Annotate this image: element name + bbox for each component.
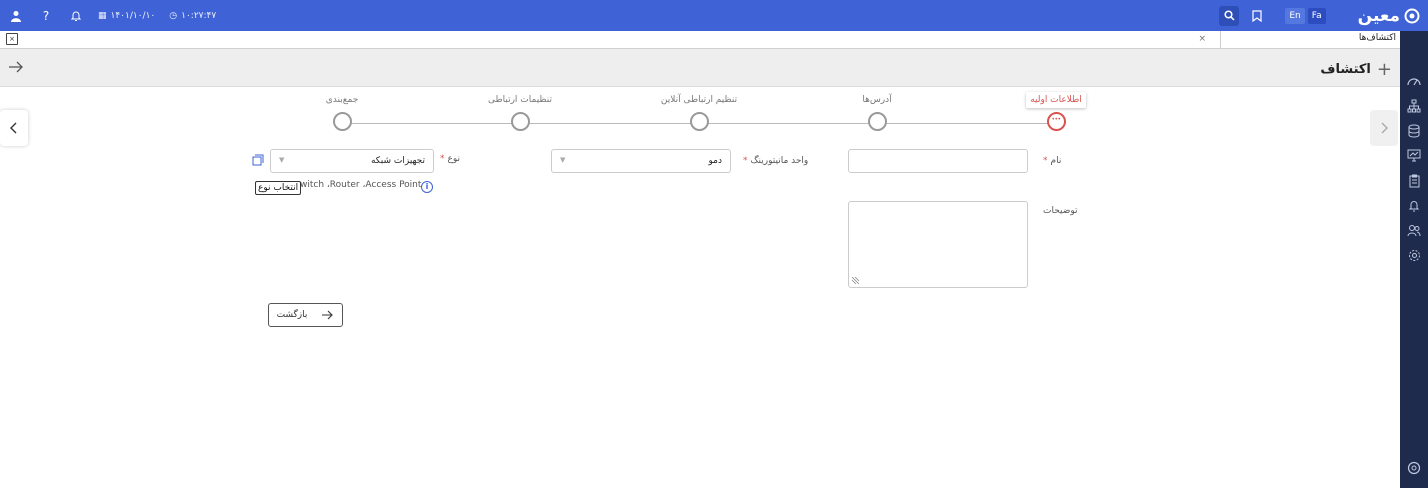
top-bar: ? ▦ ۱۴۰۱/۱۰/۱۰ ◷ ۱۰:۲۷:۴۷ En Fa معین <box>0 0 1428 31</box>
search-button[interactable] <box>1219 5 1240 26</box>
info-icon[interactable]: i <box>421 181 433 193</box>
step-label: آدرس‌ها <box>862 95 892 105</box>
logo-icon <box>1404 8 1420 23</box>
sidebar-item-monitor[interactable] <box>1400 143 1428 168</box>
bookmark-button[interactable] <box>1247 6 1267 26</box>
sidebar-item-database[interactable] <box>1400 118 1428 143</box>
monitor-icon <box>1407 149 1421 162</box>
required-mark: * <box>1043 156 1048 166</box>
back-button[interactable]: بازگشت <box>268 303 343 327</box>
step-label: جمع‌بندی <box>325 95 359 105</box>
main-sidebar <box>1400 31 1428 488</box>
type-select[interactable]: تجهیزات شبکه ▼ <box>270 149 434 173</box>
step-addresses[interactable]: آدرس‌ها <box>817 87 937 131</box>
step-label: تنظیم ارتباطی آنلاین <box>660 95 738 105</box>
chevron-down-icon: ▼ <box>279 156 285 164</box>
step-dot <box>510 112 530 131</box>
lang-en-button[interactable]: En <box>1285 7 1305 24</box>
description-textarea[interactable] <box>848 201 1028 288</box>
description-label-text: توضیحات <box>1043 206 1078 216</box>
step-label: تنظیمات ارتباطی <box>487 95 553 105</box>
sidebar-item-settings[interactable] <box>1400 243 1428 268</box>
sidebar-item-users[interactable] <box>1400 218 1428 243</box>
back-arrow-button[interactable] <box>8 59 24 78</box>
wizard-stepper: اطلاعات اولیه آدرس‌ها تنظیم ارتباطی آنلا… <box>0 87 1400 147</box>
back-button-label: بازگشت <box>276 310 308 320</box>
step-summary[interactable]: جمع‌بندی <box>282 87 402 131</box>
type-label-text: نوع <box>447 154 461 164</box>
date-display: ▦ ۱۴۰۱/۱۰/۱۰ <box>98 11 155 21</box>
logo-text: معین <box>1357 5 1400 26</box>
app-logo: معین <box>1358 6 1420 26</box>
gear-icon <box>1408 250 1420 261</box>
name-label: * نام <box>1043 156 1061 166</box>
top-bar-right: En Fa معین <box>1219 0 1420 31</box>
top-bar-left: ? ▦ ۱۴۰۱/۱۰/۱۰ ◷ ۱۰:۲۷:۴۷ <box>8 0 216 31</box>
monitoring-unit-label: * واحد مانیتورینگ <box>743 156 808 166</box>
tab-discoveries[interactable]: اکتشاف‌ها <box>1220 31 1400 48</box>
sidebar-item-dashboard[interactable] <box>1400 68 1428 93</box>
help-icon[interactable]: ? <box>38 8 54 24</box>
chevron-down-icon: ▼ <box>560 156 566 164</box>
page-title-text: اکتشاف <box>1320 62 1371 77</box>
date-text: ۱۴۰۱/۱۰/۱۰ <box>110 10 156 21</box>
type-label: * نوع <box>440 154 460 164</box>
description-label: توضیحات <box>1043 206 1078 216</box>
arrow-right-icon <box>322 310 334 320</box>
tab-label: اکتشاف‌ها <box>1358 33 1396 43</box>
type-tooltip: انتخاب نوع <box>255 181 302 195</box>
page-title: اکتشاف + <box>1320 59 1392 80</box>
required-mark: * <box>743 156 748 166</box>
users-icon <box>1407 225 1421 237</box>
bell-icon <box>1408 201 1420 212</box>
clipboard-icon <box>1409 174 1419 187</box>
monitoring-unit-label-text: واحد مانیتورینگ <box>750 156 809 166</box>
sidebar-collapse-button[interactable] <box>1400 455 1428 480</box>
logo-mark-icon <box>1407 461 1421 474</box>
page-header: اکتشاف + <box>0 49 1400 87</box>
step-dot <box>867 112 887 131</box>
resize-handle-icon[interactable] <box>851 276 860 285</box>
tab-close-icon[interactable]: × <box>1198 34 1206 44</box>
bell-icon[interactable] <box>68 8 84 24</box>
step-dot <box>332 112 352 131</box>
sidebar-item-alerts[interactable] <box>1400 193 1428 218</box>
gauge-icon <box>1407 77 1421 85</box>
copy-icon[interactable] <box>252 154 264 166</box>
add-icon[interactable]: + <box>1377 59 1392 80</box>
sidebar-item-reports[interactable] <box>1400 168 1428 193</box>
lang-fa-button[interactable]: Fa <box>1307 7 1326 24</box>
time-display: ◷ ۱۰:۲۷:۴۷ <box>169 11 216 21</box>
step-dot-active <box>1046 112 1066 131</box>
sidebar-item-topology[interactable] <box>1400 93 1428 118</box>
arrow-right-icon <box>9 61 23 73</box>
search-icon <box>1224 10 1235 21</box>
step-basic-info[interactable]: اطلاعات اولیه <box>996 87 1116 131</box>
clock-icon: ◷ <box>169 10 178 21</box>
step-dot <box>689 112 709 131</box>
type-hint: witch ،Router ،Access Point <box>300 180 422 190</box>
name-label-text: نام <box>1050 156 1062 166</box>
type-value: تجهیزات شبکه <box>370 156 425 166</box>
step-label: اطلاعات اولیه <box>1026 92 1086 108</box>
tab-list-icon[interactable]: × <box>6 33 18 45</box>
language-switcher: En Fa <box>1285 7 1326 24</box>
calendar-icon: ▦ <box>98 10 107 21</box>
user-icon[interactable] <box>8 8 24 24</box>
monitoring-unit-select[interactable]: دمو ▼ <box>551 149 731 173</box>
hierarchy-icon <box>1407 99 1421 112</box>
bookmark-icon <box>1252 9 1262 22</box>
monitoring-unit-value: دمو <box>708 156 722 166</box>
required-mark: * <box>440 154 445 164</box>
time-text: ۱۰:۲۷:۴۷ <box>181 10 217 21</box>
tab-bar: × × اکتشاف‌ها <box>0 31 1400 49</box>
step-connection-settings[interactable]: تنظیمات ارتباطی <box>460 87 580 131</box>
name-input[interactable] <box>848 149 1028 173</box>
database-icon <box>1408 124 1420 137</box>
step-online-connection[interactable]: تنظیم ارتباطی آنلاین <box>639 87 759 131</box>
